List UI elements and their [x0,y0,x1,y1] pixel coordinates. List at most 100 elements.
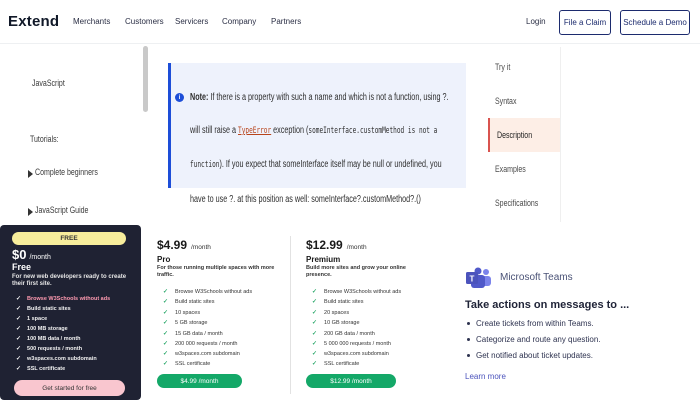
pro-feature: ✓ SSL certificate [163,361,211,367]
note-line-4: have to use ?. at this position as well:… [190,194,421,205]
toc-item-specifications[interactable]: Specifications [488,186,560,220]
check-icon: ✓ [312,331,318,337]
check-icon: ✓ [16,336,22,342]
nav-link-merchants[interactable]: Merchants [73,17,110,26]
free-badge: FREE [12,232,126,245]
check-icon: ✓ [312,299,318,305]
bullet-icon [467,338,470,342]
sidebar-item-javascript-guide[interactable]: JavaScript Guide [35,205,88,215]
free-feature: ✓ 100 MB storage [16,326,68,332]
plan-divider [290,236,291,394]
premium-plan-name: Premium [306,255,341,264]
expand-triangle-icon[interactable] [28,208,33,216]
note-label: Note: [190,92,209,103]
premium-feature: ✓ Browse W3Schools without ads [312,289,402,295]
free-price: $0/month [12,247,51,262]
free-feature: ✓ 500 requests / month [16,346,83,352]
microsoft-teams-icon: T [466,267,491,288]
svg-text:T: T [470,275,475,284]
note-line-3: function). If you expect that someInterf… [190,159,442,170]
check-icon: ✓ [16,356,22,362]
bullet-icon [467,322,470,326]
nav-link-partners[interactable]: Partners [271,17,301,26]
note-text: exception ( [271,125,309,136]
free-plan-name: Free [12,262,32,272]
check-icon: ✓ [163,320,169,326]
login-link[interactable]: Login [526,17,546,26]
expand-triangle-icon[interactable] [28,170,33,178]
check-icon: ✓ [163,351,169,357]
note-text: ). If you expect that someInterface itse… [219,159,442,170]
pro-feature: ✓ w3spaces.com subdomain [163,351,240,357]
check-icon: ✓ [16,326,22,332]
teams-ad-bullet: Get notified about ticket updates. [467,351,593,360]
get-started-free-button[interactable]: Get started for free [14,380,125,396]
premium-buy-button[interactable]: $12.99 /month [306,374,396,388]
info-icon: i [175,93,184,102]
check-icon: ✓ [16,306,22,312]
premium-feature: ✓ Build static sites [312,299,364,305]
check-icon: ✓ [312,310,318,316]
teams-ad-bullet: Create tickets from within Teams. [467,319,594,328]
pro-buy-button[interactable]: $4.99 /month [157,374,242,388]
premium-feature: ✓ 200 GB data / month [312,331,375,337]
check-icon: ✓ [163,341,169,347]
toc-item-syntax[interactable]: Syntax [488,84,560,118]
top-navigation: Extend Merchants Customers Servicers Com… [0,0,700,44]
free-feature: ✓ w3spaces.com subdomain [16,356,97,362]
check-icon: ✓ [16,366,22,372]
toc-divider [560,47,561,222]
code-snippet: function [190,160,220,170]
check-icon: ✓ [312,361,318,367]
free-feature: ✓ Browse W3Schools without ads [16,296,111,302]
learn-more-link[interactable]: Learn more [465,372,506,381]
page-toc: Try it Syntax Description Examples Speci… [488,50,560,225]
free-feature: ✓ Build static sites [16,306,71,312]
teams-ad-bullet: Categorize and route any question. [467,335,601,344]
teams-brand-name: Microsoft Teams [500,272,573,283]
typeerror-link[interactable]: TypeError [238,126,271,136]
sidebar-tutorials-heading: Tutorials: [30,134,59,144]
check-icon: ✓ [163,310,169,316]
note-line-2: will still raise a TypeError exception (… [190,125,437,136]
pro-feature: ✓ 5 GB storage [163,320,208,326]
pro-feature: ✓ 10 spaces [163,310,201,316]
sidebar-item-complete-beginners[interactable]: Complete beginners [35,167,98,177]
check-icon: ✓ [312,320,318,326]
note-line-1: Note: If there is a property with such a… [190,92,449,103]
extend-logo[interactable]: Extend [8,13,59,30]
sidebar-javascript[interactable]: JavaScript [32,78,65,88]
check-icon: ✓ [16,346,22,352]
check-icon: ✓ [312,341,318,347]
free-plan-desc: For new web developers ready to create t… [12,274,127,287]
check-icon: ✓ [163,299,169,305]
sidebar-scrollbar[interactable] [143,46,148,112]
free-feature: ✓ 1 space [16,316,48,322]
premium-feature: ✓ 10 GB storage [312,320,360,326]
toc-item-description[interactable]: Description [488,118,560,152]
note-text: If there is a property with such a name … [208,92,449,103]
pro-plan-desc: For those running multiple spaces with m… [157,265,275,278]
check-icon: ✓ [312,289,318,295]
pro-feature: ✓ 15 GB data / month [163,331,223,337]
toc-item-examples[interactable]: Examples [488,152,560,186]
premium-feature: ✓ w3spaces.com subdomain [312,351,389,357]
check-icon: ✓ [163,289,169,295]
nav-link-servicers[interactable]: Servicers [175,17,208,26]
free-feature: ✓ 100 MB data / month [16,336,81,342]
file-claim-button[interactable]: File a Claim [559,10,611,35]
pro-feature: ✓ Build static sites [163,299,215,305]
nav-link-company[interactable]: Company [222,17,256,26]
note-text: will still raise a [190,125,239,136]
check-icon: ✓ [163,331,169,337]
schedule-demo-button[interactable]: Schedule a Demo [620,10,690,35]
check-icon: ✓ [163,361,169,367]
toc-item-try-it[interactable]: Try it [488,50,560,84]
free-feature: ✓ SSL certificate [16,366,66,372]
docs-sidebar: JavaScript Tutorials: Complete beginners… [0,44,150,224]
check-icon: ✓ [312,351,318,357]
premium-feature: ✓ 5 000 000 requests / month [312,341,391,347]
bullet-icon [467,354,470,358]
nav-link-customers[interactable]: Customers [125,17,164,26]
pro-price: $4.99/month [157,238,211,252]
